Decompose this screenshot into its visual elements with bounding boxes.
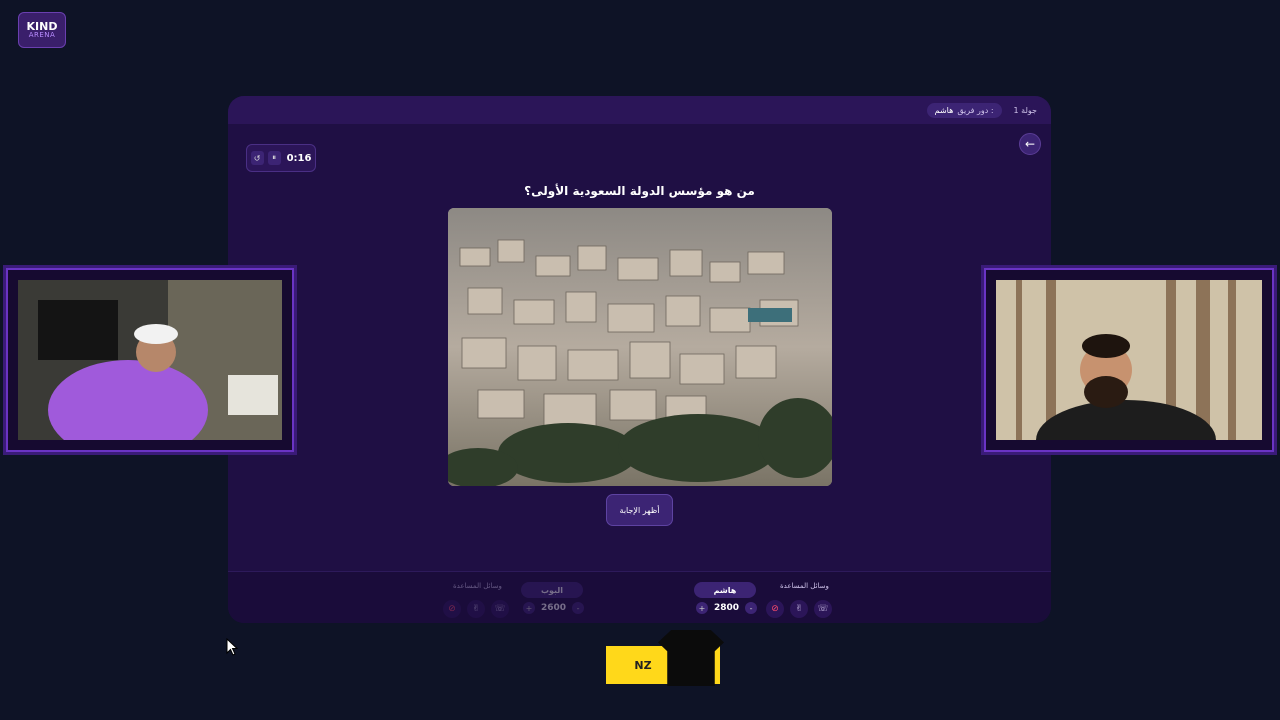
turn-team-name: هاشم <box>934 105 954 115</box>
add-points-button[interactable]: + <box>523 602 535 614</box>
sponsor-text: NZ <box>634 658 652 672</box>
turn-indicator: هاشم دور فريق : <box>926 102 1002 118</box>
top-bar: هاشم دور فريق : جولة 1 <box>228 96 1051 124</box>
pause-timer-button[interactable]: ⏸ <box>267 151 281 165</box>
question-image <box>448 208 832 486</box>
game-panel: هاشم دور فريق : جولة 1 ← ↺ ⏸ 0:16 من هو … <box>228 96 1051 623</box>
aids-label: وسائل المساعدة <box>453 582 502 590</box>
timer: ↺ ⏸ 0:16 <box>246 144 316 172</box>
subtract-points-button[interactable]: - <box>745 602 758 614</box>
timer-value: 0:16 <box>286 152 312 164</box>
score-row: + 2600 - <box>523 602 585 614</box>
phone-icon[interactable]: ☏ <box>491 600 509 618</box>
streamer-left-image <box>18 280 282 440</box>
kind-arena-logo: KIND ARENA <box>18 12 66 48</box>
arrow-left-icon: ← <box>1024 137 1036 151</box>
webcam-left-feed <box>18 280 282 440</box>
subtract-points-button[interactable]: - <box>572 602 585 614</box>
pause-icon: ⏸ <box>272 153 277 162</box>
webcam-left <box>6 268 294 452</box>
block-icon[interactable]: ⊘ <box>443 600 461 618</box>
add-points-button[interactable]: + <box>696 602 708 614</box>
logo-line2: ARENA <box>28 31 56 39</box>
round-label: جولة 1 <box>1013 105 1037 115</box>
back-button[interactable]: ← <box>1019 133 1041 155</box>
reset-timer-button[interactable]: ↺ <box>250 151 264 165</box>
aids-label: وسائل المساعدة <box>780 582 829 590</box>
question-text: من هو مؤسس الدولة السعودية الأولى؟ <box>524 184 755 198</box>
webcam-right <box>984 268 1274 452</box>
mouse-cursor-icon <box>226 638 238 656</box>
webcam-right-feed <box>996 280 1262 440</box>
show-answer-button[interactable]: أظهر الإجابة <box>606 494 673 526</box>
hand-icon[interactable]: ✌ <box>467 600 485 618</box>
aids-group: ⊘ ✌ ☏ <box>766 600 832 618</box>
phone-icon[interactable]: ☏ <box>814 600 832 618</box>
team-hashem: هاشم + 2800 - وسائل المساعدة ⊘ ✌ ☏ <box>688 580 888 620</box>
score-row: + 2800 - <box>696 602 758 614</box>
streamer-right-image <box>996 280 1262 440</box>
team-name: البوب <box>521 582 583 598</box>
aids-group: ⊘ ✌ ☏ <box>443 600 509 618</box>
turn-label: دور فريق : <box>957 105 994 115</box>
team-score: 2800 <box>714 603 740 613</box>
block-icon[interactable]: ⊘ <box>766 600 784 618</box>
team-alboob: البوب + 2600 - وسائل المساعدة ⊘ ✌ ☏ <box>443 580 643 620</box>
team-score: 2600 <box>541 603 567 613</box>
scoreboard: هاشم + 2800 - وسائل المساعدة ⊘ ✌ ☏ البوب… <box>228 571 1051 623</box>
tshirt-icon <box>658 630 724 686</box>
old-town-aerial-image <box>448 208 832 486</box>
reset-icon: ↺ <box>253 153 261 163</box>
hand-icon[interactable]: ✌ <box>790 600 808 618</box>
team-name: هاشم <box>694 582 756 598</box>
